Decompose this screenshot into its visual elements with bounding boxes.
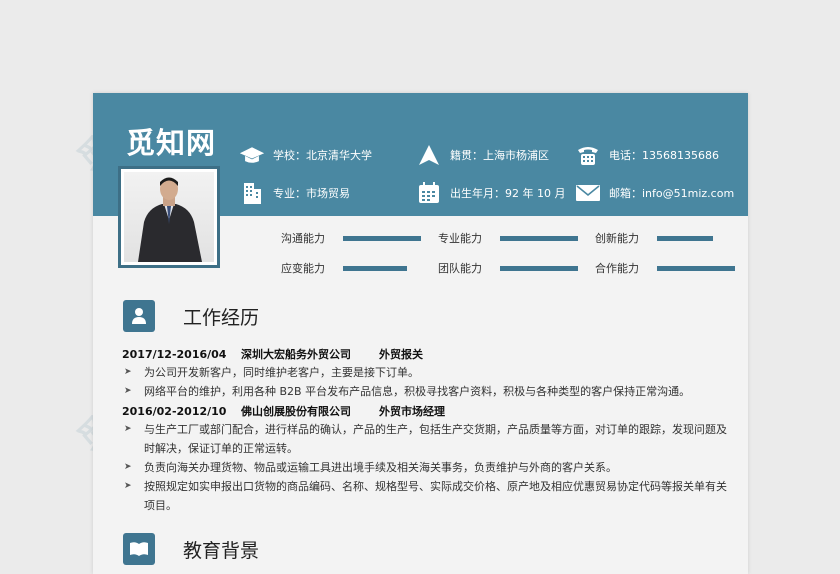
graduation-cap-icon: [239, 144, 265, 166]
skill-label: 合作能力: [595, 262, 639, 275]
skill-level-bar: [343, 235, 421, 241]
skill-label: 沟通能力: [281, 232, 325, 245]
skill-item: 应变能力: [281, 261, 407, 275]
section-education-header: 教育背景: [123, 533, 259, 565]
skill-level-bar: [343, 265, 407, 271]
skill-item: 合作能力: [595, 261, 735, 275]
skill-item: 沟通能力: [281, 231, 421, 245]
building-icon: [239, 182, 265, 204]
skill-label: 专业能力: [438, 232, 482, 245]
skill-item: 专业能力: [438, 231, 578, 245]
section-education-title: 教育背景: [183, 539, 260, 562]
resume-sheet: 觅知网 学校：北京清华大学 籍贯：上海市杨浦区 电话：13568135686 专…: [93, 93, 748, 574]
person-silhouette-icon: [138, 177, 202, 262]
job-header: 2016/02-2012/10 佛山创展股份有限公司 外贸市场经理: [122, 405, 445, 418]
calendar-icon: [416, 182, 442, 204]
chevron-right-icon: ➤: [124, 462, 132, 472]
location-arrow-icon: [416, 144, 442, 166]
skill-item: 团队能力: [438, 261, 578, 275]
skill-level-bar: [657, 265, 735, 271]
profile-photo-frame: [118, 166, 220, 268]
skill-level-bar: [500, 235, 578, 241]
skill-label: 团队能力: [438, 262, 482, 275]
job-bullet: ➤ 与生产工厂或部门配合，进行样品的确认，产品的生产，包括生产交货期，产品质量等方…: [120, 420, 730, 458]
chevron-right-icon: ➤: [124, 367, 132, 377]
info-phone: 电话：13568135686: [575, 144, 719, 166]
job-bullet: ➤ 网络平台的维护，利用各种 B2B 平台发布产品信息，积极寻找客户资料，积极与各…: [120, 382, 730, 401]
skill-level-bar: [657, 235, 713, 241]
info-email: 邮箱：info@51miz.com: [575, 182, 734, 204]
envelope-icon: [575, 182, 601, 204]
job-header: 2017/12-2016/04 深圳大宏船务外贸公司 外贸报关: [122, 348, 423, 361]
chevron-right-icon: ➤: [124, 424, 132, 434]
info-major: 专业：市场贸易: [239, 182, 350, 204]
chevron-right-icon: ➤: [124, 481, 132, 491]
skill-level-bar: [500, 265, 578, 271]
job-bullet: ➤ 为公司开发新客户，同时维护老客户，主要是接下订单。: [120, 363, 730, 382]
skill-label: 创新能力: [595, 232, 639, 245]
skill-item: 创新能力: [595, 231, 713, 245]
info-hometown: 籍贯：上海市杨浦区: [416, 144, 549, 166]
section-work-header: 工作经历: [123, 300, 259, 332]
job-bullet: ➤ 按照规定如实申报出口货物的商品编码、名称、规格型号、实际成交价格、原产地及相应…: [120, 477, 730, 515]
chevron-right-icon: ➤: [124, 386, 132, 396]
telephone-icon: [575, 144, 601, 166]
job-bullet: ➤ 负责向海关办理货物、物品或运输工具进出境手续及相关海关事务，负责维护与外商的客…: [120, 458, 730, 477]
skill-label: 应变能力: [281, 262, 325, 275]
profile-photo: [124, 172, 214, 262]
info-school: 学校：北京清华大学: [239, 144, 372, 166]
person-icon: [123, 300, 155, 332]
brand-title: 觅知网: [126, 126, 217, 160]
section-work-title: 工作经历: [183, 306, 260, 329]
info-birth: 出生年月：92 年 10 月: [416, 182, 565, 204]
book-icon: [123, 533, 155, 565]
